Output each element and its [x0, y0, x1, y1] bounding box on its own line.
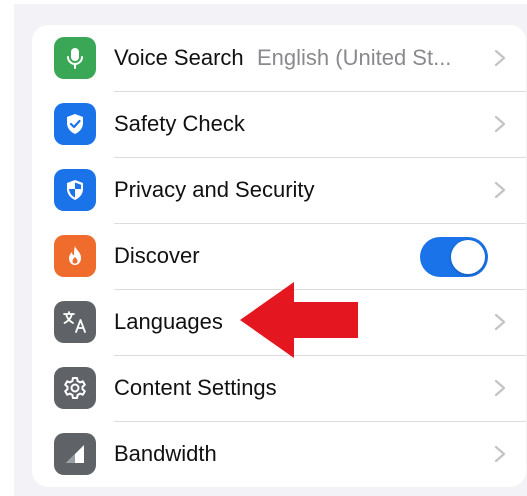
chevron-right-icon — [494, 49, 506, 67]
settings-screen: Voice Search English (United St... Safet… — [14, 4, 527, 496]
translate-icon — [54, 301, 96, 343]
content-settings-row[interactable]: Content Settings — [32, 355, 526, 421]
shield-check-icon — [54, 103, 96, 145]
voice-search-label: Voice Search — [114, 45, 244, 70]
gear-icon — [54, 367, 96, 409]
chevron-right-icon — [494, 313, 506, 331]
microphone-icon — [54, 37, 96, 79]
chevron-right-icon — [494, 379, 506, 397]
shield-icon — [54, 169, 96, 211]
flame-icon — [54, 235, 96, 277]
content-settings-label: Content Settings — [114, 375, 277, 400]
privacy-security-label: Privacy and Security — [114, 177, 315, 202]
languages-label: Languages — [114, 309, 223, 334]
signal-icon — [54, 433, 96, 475]
toggle-knob — [451, 240, 485, 274]
bandwidth-label: Bandwidth — [114, 441, 217, 466]
chevron-right-icon — [494, 181, 506, 199]
chevron-right-icon — [494, 115, 506, 133]
red-arrow-icon — [240, 282, 358, 358]
settings-list: Voice Search English (United St... Safet… — [32, 25, 526, 487]
safety-check-label: Safety Check — [114, 111, 245, 136]
discover-label: Discover — [114, 243, 200, 268]
voice-search-value: English (United St... — [257, 45, 452, 70]
chevron-right-icon — [494, 445, 506, 463]
discover-toggle[interactable] — [420, 237, 488, 277]
privacy-security-row[interactable]: Privacy and Security — [32, 157, 526, 223]
voice-search-row[interactable]: Voice Search English (United St... — [32, 25, 526, 91]
bandwidth-row[interactable]: Bandwidth — [32, 421, 526, 487]
safety-check-row[interactable]: Safety Check — [32, 91, 526, 157]
